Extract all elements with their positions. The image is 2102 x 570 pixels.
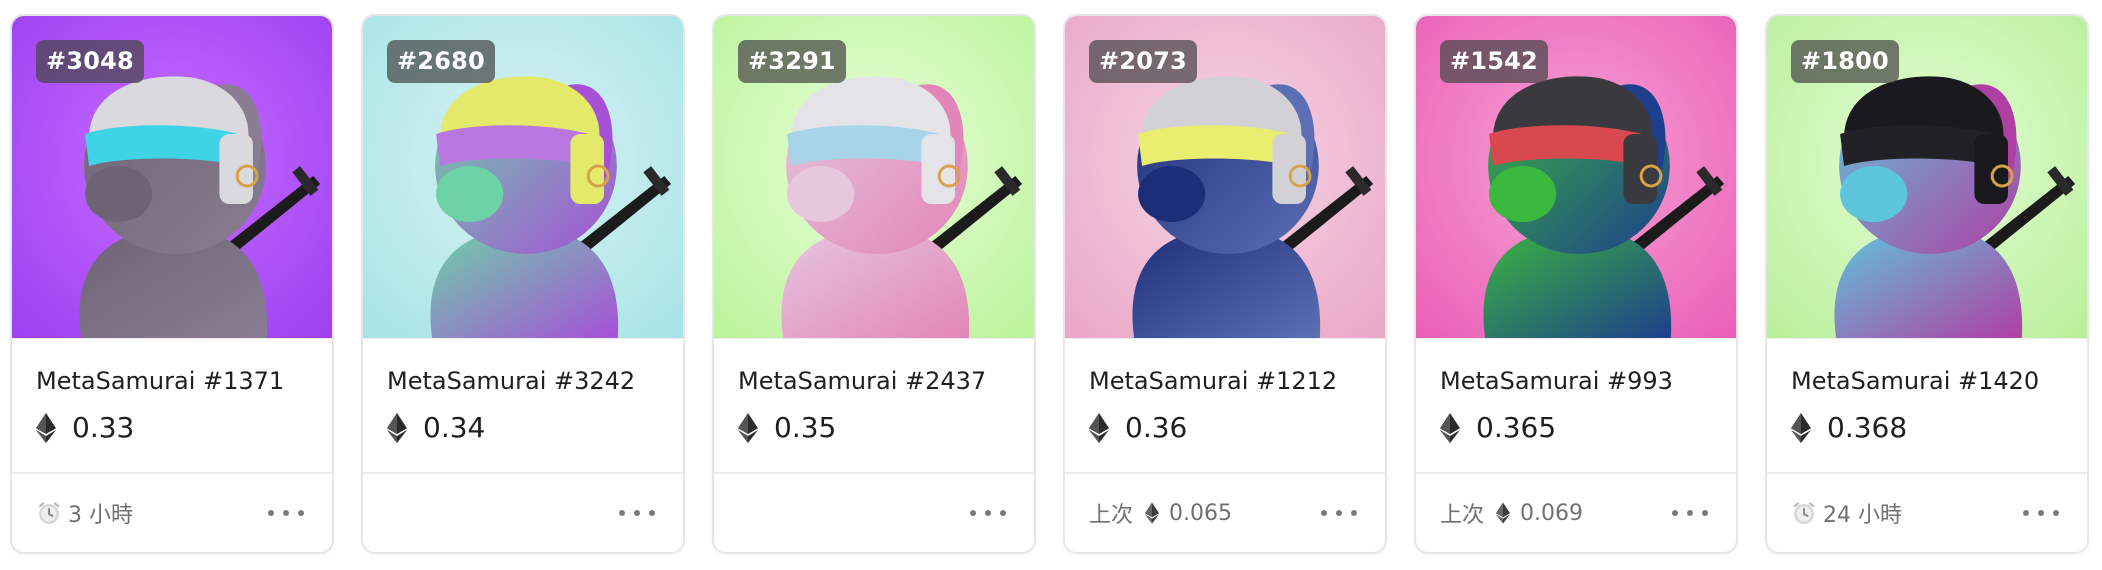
more-options-button[interactable] (615, 502, 659, 524)
nft-card-row: #3048 MetaSamurai #1371 0.33 3 小時 #2680 … (10, 14, 2089, 554)
dot-icon (619, 510, 625, 516)
more-options-button[interactable] (966, 502, 1010, 524)
dot-icon (2023, 510, 2029, 516)
card-footer: 上次 0.069 (1416, 472, 1736, 552)
nft-name: MetaSamurai #1212 (1089, 367, 1338, 395)
nft-info: MetaSamurai #993 0.365 (1416, 338, 1736, 474)
nft-price: 0.35 (738, 411, 1034, 444)
token-id-badge: #2680 (387, 40, 495, 83)
dot-icon (1687, 510, 1693, 516)
nft-card-2[interactable]: #2680 MetaSamurai #3242 0.34 (361, 14, 685, 554)
ethereum-icon (1089, 412, 1109, 443)
last-sale-label: 上次 (1440, 503, 1485, 528)
token-id-badge: #3291 (738, 40, 846, 83)
dot-icon (634, 510, 640, 516)
nft-image[interactable]: #2073 (1065, 16, 1385, 338)
last-sale-label: 上次 (1089, 503, 1134, 528)
card-footer (714, 472, 1034, 552)
time-remaining: 24 小時 (1823, 503, 1902, 528)
footer-meta: 24 小時 (1791, 497, 1902, 529)
card-footer (363, 472, 683, 552)
nft-price: 0.368 (1791, 411, 2087, 444)
price-value: 0.36 (1125, 411, 1188, 444)
nft-name: MetaSamurai #1420 (1791, 367, 2040, 395)
clock-icon (36, 500, 62, 526)
dot-icon (985, 510, 991, 516)
dot-icon (1336, 510, 1342, 516)
card-footer: 3 小時 (12, 472, 332, 552)
nft-image[interactable]: #2680 (363, 16, 683, 338)
nft-name: MetaSamurai #2437 (738, 367, 987, 395)
ethereum-icon (1496, 501, 1511, 525)
card-footer: 24 小時 (1767, 472, 2087, 552)
last-sale-price: 0.065 (1169, 500, 1232, 526)
ethereum-icon (1145, 501, 1160, 525)
price-value: 0.35 (774, 411, 837, 444)
dot-icon (2038, 510, 2044, 516)
more-options-button[interactable] (1668, 502, 1712, 524)
dot-icon (970, 510, 976, 516)
nft-info: MetaSamurai #1212 0.36 (1065, 338, 1385, 474)
nft-image[interactable]: #3048 (12, 16, 332, 338)
nft-image[interactable]: #1542 (1416, 16, 1736, 338)
footer-meta: 上次 0.069 (1440, 497, 1583, 529)
nft-info: MetaSamurai #1371 0.33 (12, 338, 332, 474)
nft-info: MetaSamurai #3242 0.34 (363, 338, 683, 474)
token-id-badge: #3048 (36, 40, 144, 83)
nft-price: 0.34 (387, 411, 683, 444)
more-options-button[interactable] (1317, 502, 1361, 524)
nft-card-3[interactable]: #3291 MetaSamurai #2437 0.35 (712, 14, 1036, 554)
nft-info: MetaSamurai #2437 0.35 (714, 338, 1034, 474)
dot-icon (1351, 510, 1357, 516)
ethereum-icon (1791, 412, 1811, 443)
price-value: 0.365 (1476, 411, 1557, 444)
token-id-badge: #2073 (1089, 40, 1197, 83)
nft-name: MetaSamurai #993 (1440, 367, 1673, 395)
nft-name: MetaSamurai #1371 (36, 367, 285, 395)
footer-meta: 3 小時 (36, 497, 133, 529)
token-id-badge: #1800 (1791, 40, 1899, 83)
ethereum-icon (36, 412, 56, 443)
clock-icon (1791, 500, 1817, 526)
ethereum-icon (387, 412, 407, 443)
nft-image[interactable]: #3291 (714, 16, 1034, 338)
nft-price: 0.33 (36, 411, 332, 444)
more-options-button[interactable] (264, 502, 308, 524)
footer-meta: 上次 0.065 (1089, 497, 1232, 529)
nft-price: 0.365 (1440, 411, 1736, 444)
dot-icon (1702, 510, 1708, 516)
token-id-badge: #1542 (1440, 40, 1548, 83)
nft-card-4[interactable]: #2073 MetaSamurai #1212 0.36 上次 0.065 (1063, 14, 1387, 554)
price-value: 0.368 (1827, 411, 1908, 444)
dot-icon (298, 510, 304, 516)
dot-icon (649, 510, 655, 516)
dot-icon (1672, 510, 1678, 516)
dot-icon (283, 510, 289, 516)
ethereum-icon (1440, 412, 1460, 443)
dot-icon (1321, 510, 1327, 516)
ethereum-icon (738, 412, 758, 443)
time-remaining: 3 小時 (68, 503, 133, 528)
price-value: 0.33 (72, 411, 135, 444)
nft-image[interactable]: #1800 (1767, 16, 2087, 338)
dot-icon (268, 510, 274, 516)
more-options-button[interactable] (2019, 502, 2063, 524)
nft-card-5[interactable]: #1542 MetaSamurai #993 0.365 上次 0.069 (1414, 14, 1738, 554)
dot-icon (2053, 510, 2059, 516)
nft-card-1[interactable]: #3048 MetaSamurai #1371 0.33 3 小時 (10, 14, 334, 554)
price-value: 0.34 (423, 411, 486, 444)
nft-info: MetaSamurai #1420 0.368 (1767, 338, 2087, 474)
nft-card-6[interactable]: #1800 MetaSamurai #1420 0.368 24 小時 (1765, 14, 2089, 554)
card-footer: 上次 0.065 (1065, 472, 1385, 552)
nft-name: MetaSamurai #3242 (387, 367, 636, 395)
nft-price: 0.36 (1089, 411, 1385, 444)
last-sale-price: 0.069 (1520, 500, 1583, 526)
dot-icon (1000, 510, 1006, 516)
